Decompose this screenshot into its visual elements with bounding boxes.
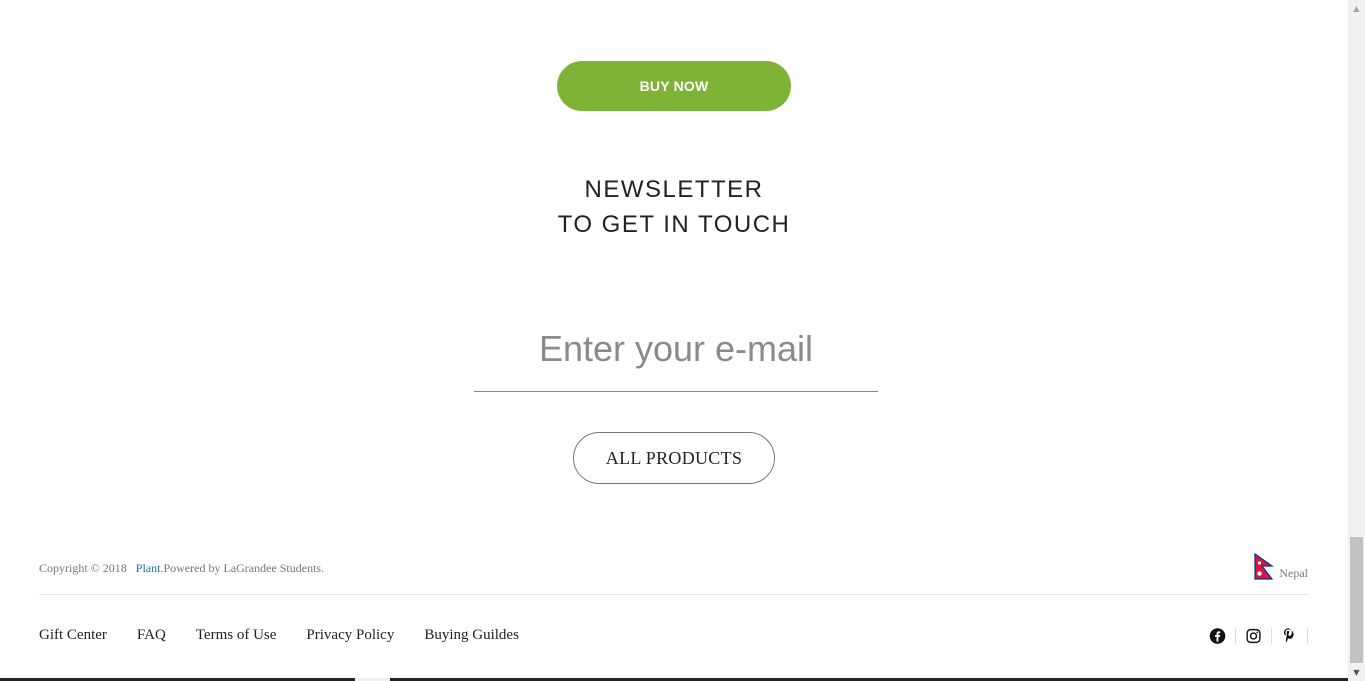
buy-now-button[interactable]: BUY NOW [557,61,791,111]
nepal-flag-icon [1254,553,1275,580]
facebook-icon[interactable] [1209,627,1226,645]
footer-nav: Gift Center FAQ Terms of Use Privacy Pol… [39,627,519,644]
scroll-up-arrow-icon[interactable]: ▲ [1348,0,1365,17]
brand-link[interactable]: Plant. [136,561,164,575]
scroll-down-arrow-icon[interactable]: ▼ [1348,664,1365,681]
social-separator [1235,628,1236,644]
copyright: Copyright © 2018 Plant.Powered by LaGran… [39,561,324,576]
footer-link-gift-center[interactable]: Gift Center [39,627,107,644]
page: BUY NOW NEWSLETTER TO GET IN TOUCH ALL P… [0,0,1348,681]
pinterest-icon[interactable] [1281,627,1298,645]
newsletter-title: NEWSLETTER [584,176,764,203]
footer-link-buying-guides[interactable]: Buying Guildes [424,627,519,644]
newsletter-heading: NEWSLETTER TO GET IN TOUCH [474,172,874,242]
instagram-icon[interactable] [1245,627,1262,645]
region-label: Nepal [1279,566,1308,580]
social-links [1209,627,1308,645]
newsletter-subtitle: TO GET IN TOUCH [557,211,791,238]
powered-by-text: Powered by LaGrandee Students. [163,561,325,575]
footer-divider [39,594,1308,595]
email-field[interactable] [474,318,878,380]
social-separator [1271,628,1272,644]
region-selector[interactable]: Nepal [1254,553,1308,580]
footer-link-terms[interactable]: Terms of Use [196,627,277,644]
social-separator [1307,628,1308,644]
vertical-scrollbar[interactable]: ▲ ▼ [1348,0,1365,681]
newsletter-form [474,318,878,392]
all-products-button[interactable]: ALL PRODUCTS [573,432,775,484]
footer-link-faq[interactable]: FAQ [137,627,166,644]
scrollbar-thumb[interactable] [1350,537,1363,663]
footer-link-privacy[interactable]: Privacy Policy [306,627,394,644]
copyright-text: Copyright © 2018 [39,561,127,575]
